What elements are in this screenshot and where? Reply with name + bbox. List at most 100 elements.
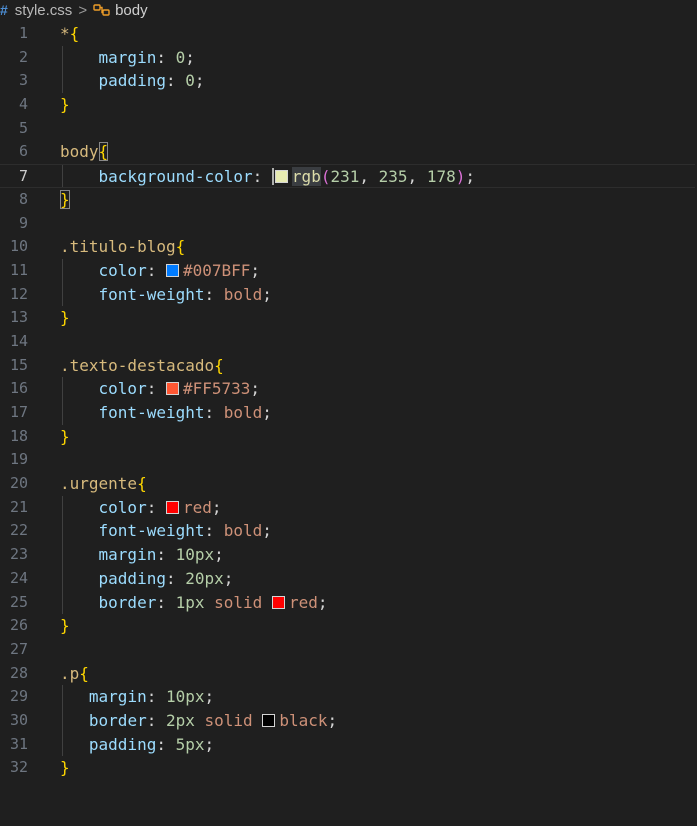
token-prop: color <box>98 497 147 517</box>
token-punct: ; <box>250 379 261 399</box>
code-line[interactable]: 30 border: 2px solid black; <box>0 708 697 733</box>
code-line[interactable]: 4} <box>0 93 697 117</box>
code-text: .titulo-blog{ <box>60 235 185 259</box>
code-line[interactable]: 19 <box>0 448 697 472</box>
token-val: bold <box>223 403 263 422</box>
token-punct: , <box>359 167 379 187</box>
token-punct: : <box>204 521 224 541</box>
code-line[interactable]: 26} <box>0 614 697 638</box>
line-number: 15 <box>9 355 28 374</box>
code-editor[interactable]: 1 *{2 margin: 0; 3 padding: 0; 4} 5 6 body{7 b… <box>0 22 697 780</box>
token-punct: : <box>252 167 272 187</box>
token-prop: background-color <box>98 167 253 187</box>
code-line[interactable]: 29 margin: 10px; <box>0 685 697 709</box>
code-text: color: red; <box>60 496 222 520</box>
code-line[interactable]: 13} <box>0 306 697 330</box>
token-sel: * <box>60 24 70 43</box>
line-number: 4 <box>18 95 28 114</box>
code-line[interactable]: 12 font-weight: bold; <box>0 282 697 307</box>
color-swatch[interactable] <box>271 595 285 609</box>
token-num: 10px <box>175 545 215 565</box>
token-sel: .p <box>60 663 80 683</box>
token-prop: border <box>98 592 157 612</box>
token-sel: body <box>60 142 99 162</box>
code-line[interactable]: 11 color: #007BFF; <box>0 258 697 283</box>
token-punct: : <box>156 545 176 565</box>
line-number: 10 <box>9 237 28 256</box>
color-swatch[interactable] <box>262 713 276 727</box>
token-num: 235 <box>378 167 408 187</box>
code-text: .p{ <box>60 662 89 686</box>
code-text: padding: 20px; <box>60 567 234 591</box>
code-line[interactable]: 10 .titulo-blog{ <box>0 235 697 259</box>
code-line[interactable]: 5 <box>0 117 697 141</box>
code-line[interactable]: 15 .texto-destacado{ <box>0 354 697 378</box>
code-text: } <box>60 93 70 117</box>
color-swatch[interactable] <box>165 382 179 396</box>
code-line[interactable]: 17 font-weight: bold; <box>0 401 697 425</box>
color-swatch[interactable] <box>165 500 179 514</box>
code-line[interactable]: 18} <box>0 425 697 449</box>
color-swatch[interactable] <box>165 263 179 277</box>
line-number: 12 <box>9 284 28 303</box>
token-punct: ; <box>211 497 222 517</box>
code-line[interactable]: 2 margin: 0; <box>0 45 697 70</box>
line-number: 6 <box>18 142 28 161</box>
color-swatch[interactable] <box>274 170 288 184</box>
code-line[interactable]: 31 padding: 5px; <box>0 732 697 757</box>
token-prop: padding <box>98 71 166 91</box>
line-number: 3 <box>18 71 28 90</box>
code-line[interactable]: 27 <box>0 638 697 662</box>
code-text: font-weight: bold; <box>60 519 272 543</box>
token-brace: { <box>175 237 186 257</box>
token-prop: font-weight <box>98 521 205 541</box>
code-line[interactable]: 9 <box>0 212 697 236</box>
line-number: 2 <box>18 47 28 66</box>
breadcrumb-symbol[interactable]: body <box>115 2 148 19</box>
line-number: 7 <box>18 167 28 186</box>
code-line[interactable]: 32} <box>0 756 697 780</box>
code-line[interactable]: 16 color: #FF5733; <box>0 377 697 401</box>
token-sel: .titulo-blog <box>60 237 176 257</box>
code-line[interactable]: 21 color: red; <box>0 495 697 520</box>
token-punct: ; <box>185 47 195 67</box>
line-number: 18 <box>9 426 28 445</box>
line-number: 16 <box>9 379 28 398</box>
code-line[interactable]: 7 background-color: rgb(231, 235, 178); <box>0 164 695 188</box>
code-line[interactable]: 14 <box>0 330 697 354</box>
token-punct: , <box>407 167 427 187</box>
code-line[interactable]: 24 padding: 20px; <box>0 566 697 591</box>
code-line[interactable]: 8} <box>0 188 697 212</box>
code-line[interactable]: 23 margin: 10px; <box>0 543 697 567</box>
token-punct: ; <box>262 403 272 422</box>
code-line[interactable]: 28 .p{ <box>0 662 697 686</box>
line-number: 25 <box>9 592 28 611</box>
code-line[interactable]: 25 border: 1px solid red; <box>0 590 697 615</box>
line-number: 28 <box>9 663 28 682</box>
token-punct: : <box>165 71 186 91</box>
code-line[interactable]: 22 font-weight: bold; <box>0 519 697 544</box>
token-num: 0 <box>175 47 186 67</box>
code-line[interactable]: 3 padding: 0; <box>0 69 697 94</box>
code-text: font-weight: bold; <box>60 283 272 307</box>
code-line[interactable]: 6 body{ <box>0 140 697 164</box>
breadcrumb-file[interactable]: style.css <box>15 2 73 19</box>
token-brace-hl: } <box>60 189 70 209</box>
token-punct: ; <box>317 592 328 612</box>
code-text: *{ <box>60 22 79 46</box>
token-punct: : <box>204 403 224 422</box>
token-prop: color <box>98 260 147 280</box>
code-line[interactable]: 1 *{ <box>0 22 697 46</box>
code-line[interactable]: 20 .urgente{ <box>0 472 697 496</box>
line-number: 32 <box>9 758 28 777</box>
token-prop: margin <box>88 687 147 707</box>
code-text: } <box>60 425 70 449</box>
token-brace: } <box>60 616 70 636</box>
token-val: black <box>279 710 328 730</box>
token-prop: margin <box>98 545 157 565</box>
code-text: } <box>60 306 70 330</box>
token-prop: padding <box>88 734 157 754</box>
